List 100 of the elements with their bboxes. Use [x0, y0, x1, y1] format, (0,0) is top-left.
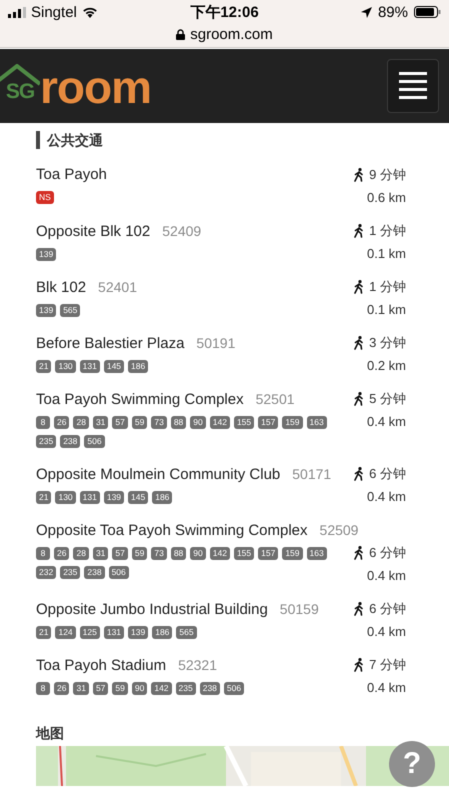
wifi-icon	[82, 6, 98, 18]
walking-person-icon	[354, 336, 364, 350]
stop-name[interactable]: Opposite Moulmein Community Club 50171	[36, 466, 332, 483]
bus-number-badge: 142	[151, 682, 172, 695]
bus-number-badge: 157	[258, 547, 278, 560]
bus-number-badge: 145	[128, 491, 148, 504]
bus-number-badge: 506	[108, 566, 129, 579]
bus-number-badge: 186	[128, 360, 148, 373]
stop-code: 50171	[292, 466, 332, 482]
walk-distance: 0.4 km	[366, 680, 406, 695]
stop-name[interactable]: Opposite Jumbo Industrial Building 50159	[36, 601, 319, 618]
bus-number-badge: 125	[80, 626, 100, 639]
stop-code: 50159	[280, 601, 319, 617]
bus-number-badge: 26	[54, 416, 70, 429]
bus-number-badge: 26	[54, 547, 70, 560]
bus-number-badge: 130	[55, 491, 76, 504]
walk-time: 6 分钟	[369, 600, 406, 618]
stop-name[interactable]: Before Balestier Plaza 50191	[36, 335, 236, 352]
url-text[interactable]: sgroom.com	[190, 26, 273, 42]
bus-number-badge: 21	[36, 360, 52, 373]
bus-number-badge: 90	[190, 547, 206, 560]
bus-number-badge: 59	[132, 416, 148, 429]
bus-number-badge: 142	[210, 547, 230, 560]
bus-number-badge: 130	[55, 360, 76, 373]
bus-number-badge: 21	[36, 491, 52, 504]
walk-time: 1 分钟	[369, 222, 406, 240]
walking-person-icon	[354, 224, 364, 238]
walk-time: 1 分钟	[369, 278, 406, 296]
bus-number-badge: 8	[36, 682, 50, 695]
bus-number-badge: 57	[112, 547, 128, 560]
stop-code: 52409	[162, 223, 202, 239]
bus-number-badge: 57	[92, 682, 108, 695]
battery-percent: 89%	[378, 4, 408, 20]
bus-number-badge: 235	[60, 566, 80, 579]
stop-code: 50191	[196, 335, 236, 351]
bus-number-badge: 238	[200, 682, 220, 695]
bus-number-badge: 186	[152, 491, 172, 504]
stop-code: 52401	[98, 279, 137, 295]
bus-number-badge: 26	[54, 682, 70, 695]
walking-person-icon	[354, 658, 364, 672]
bus-number-badge: 565	[60, 304, 80, 317]
bus-number-badge: 232	[36, 566, 56, 579]
bus-number-badge: 139	[104, 491, 124, 504]
bus-number-badge: 21	[36, 626, 52, 639]
bus-number-badge: 235	[176, 682, 196, 695]
section-heading: 地图	[36, 724, 65, 742]
stop-name[interactable]: Opposite Blk 102 52409	[36, 223, 202, 240]
bus-number-badge: 565	[176, 626, 197, 639]
walking-person-icon	[354, 602, 364, 616]
bus-number-badge: 163	[306, 416, 327, 429]
stop-name[interactable]: Toa Payoh	[36, 166, 107, 183]
walking-person-icon	[354, 168, 364, 182]
bus-number-badge: 88	[170, 416, 186, 429]
bus-number-badge: 163	[306, 547, 327, 560]
lock-icon	[176, 28, 186, 40]
signal-icon	[8, 6, 26, 18]
stop-name[interactable]: Toa Payoh Swimming Complex 52501	[36, 391, 295, 408]
bus-number-badge: 145	[104, 360, 124, 373]
carrier-name: Singtel	[31, 4, 77, 20]
bus-number-badge: 73	[151, 547, 167, 560]
bus-number-badge: 73	[151, 416, 167, 429]
stop-name[interactable]: Toa Payoh Stadium 52321	[36, 657, 218, 674]
bus-number-badge: 90	[190, 416, 206, 429]
bus-number-badge: 142	[210, 416, 230, 429]
walking-person-icon	[354, 280, 364, 294]
walk-distance: 0.1 km	[366, 246, 406, 261]
bus-number-badge: 155	[234, 416, 254, 429]
stop-name[interactable]: Opposite Toa Payoh Swimming Complex 52509	[36, 522, 358, 539]
bus-number-badge: 8	[36, 416, 50, 429]
walk-distance: 0.2 km	[366, 358, 406, 373]
clock-time: 下午12:06	[190, 2, 259, 22]
walk-time: 6 分钟	[369, 465, 406, 483]
walk-distance: 0.4 km	[366, 489, 406, 504]
bus-number-badge: 31	[92, 416, 108, 429]
walk-time: 9 分钟	[369, 166, 406, 184]
walk-distance: 0.1 km	[366, 302, 406, 317]
bus-number-badge: 57	[112, 416, 128, 429]
stop-code: 52509	[320, 522, 358, 538]
battery-icon	[414, 6, 441, 18]
bus-number-badge: 238	[84, 566, 105, 579]
bus-number-badge: 238	[60, 435, 80, 448]
walk-time: 7 分钟	[369, 656, 406, 674]
bus-number-badge: 59	[112, 682, 128, 695]
train-line-badge: NS	[36, 191, 54, 204]
stop-code: 52321	[178, 657, 218, 673]
bus-number-badge: 8	[36, 547, 50, 560]
bus-number-badge: 139	[128, 626, 148, 639]
menu-button[interactable]	[387, 59, 439, 113]
bus-number-badge: 131	[80, 491, 100, 504]
stop-code: 52501	[256, 391, 295, 407]
bus-number-badge: 506	[224, 682, 244, 695]
bus-number-badge: 124	[55, 626, 76, 639]
bus-number-badge: 235	[36, 435, 56, 448]
stop-name[interactable]: Blk 102 52401	[36, 279, 137, 296]
bus-number-badge: 28	[73, 547, 89, 560]
bus-number-badge: 159	[282, 416, 302, 429]
walking-person-icon	[354, 392, 364, 406]
bus-number-badge: 59	[132, 547, 148, 560]
walk-distance: 0.4 km	[366, 624, 406, 639]
bus-number-badge: 186	[152, 626, 172, 639]
